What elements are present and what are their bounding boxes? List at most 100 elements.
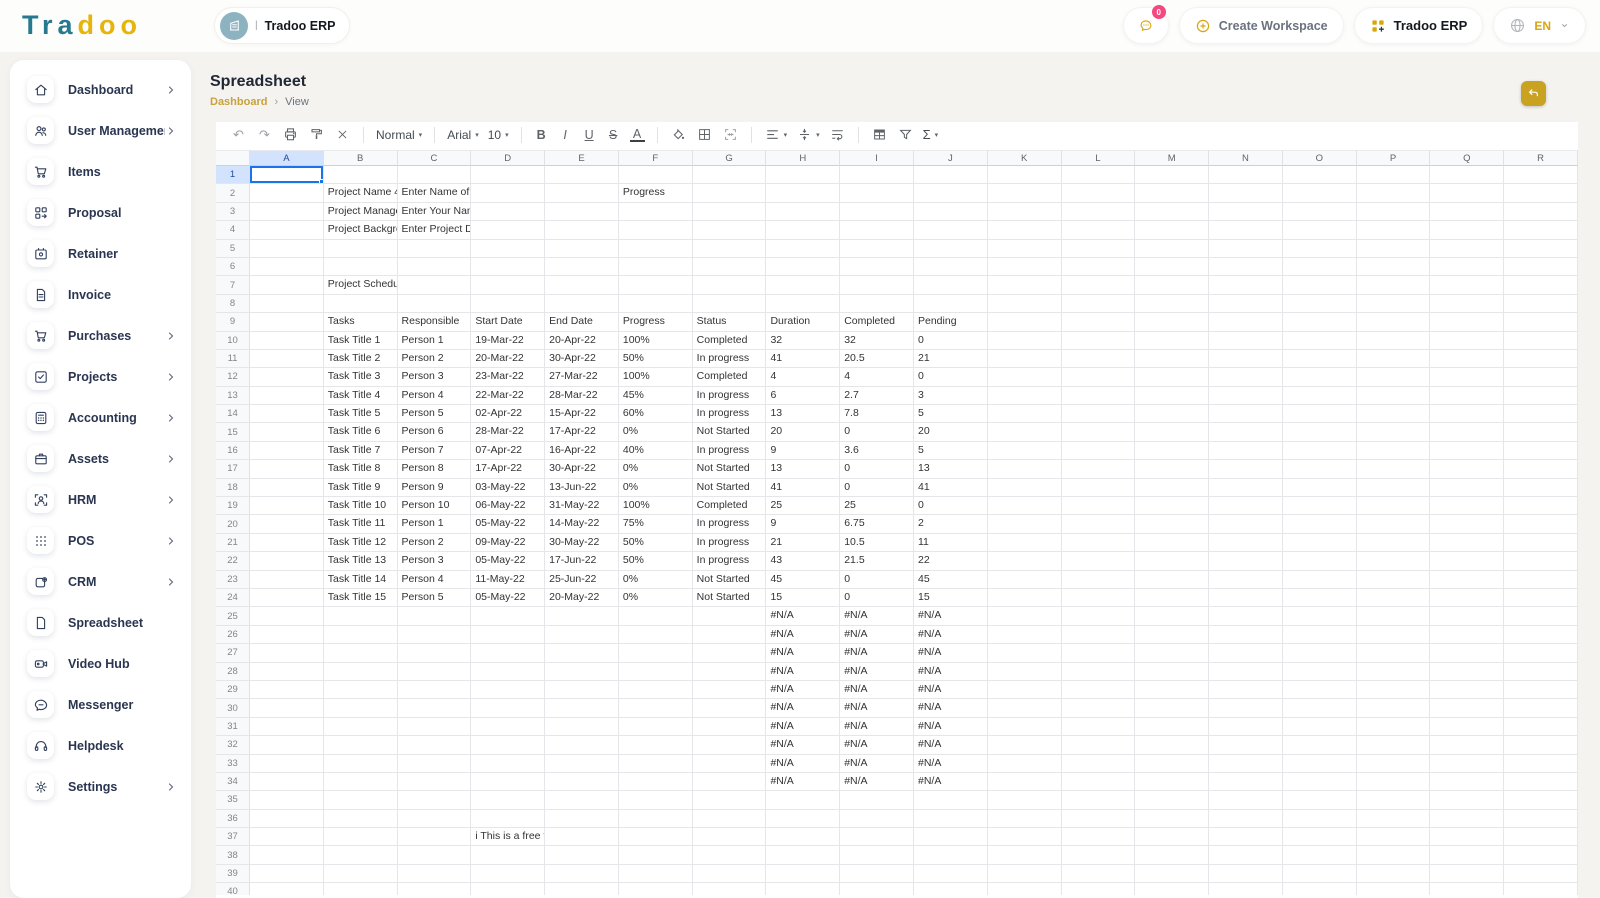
- cell-I13[interactable]: 2.7: [840, 386, 914, 406]
- cell-C38[interactable]: [397, 846, 472, 865]
- cell-L33[interactable]: [1061, 754, 1136, 773]
- cell-J13[interactable]: 3: [914, 386, 988, 406]
- cell-D36[interactable]: [471, 809, 546, 829]
- cell-D35[interactable]: [471, 791, 546, 810]
- font-size-dropdown[interactable]: 10 ▾: [488, 128, 509, 142]
- cell-R1[interactable]: [1504, 166, 1578, 185]
- cell-K4[interactable]: [987, 221, 1062, 240]
- cell-A23[interactable]: [250, 570, 324, 589]
- cell-D32[interactable]: [471, 736, 546, 755]
- cell-B9[interactable]: Tasks: [323, 313, 398, 332]
- cell-E10[interactable]: 20-Apr-22: [545, 331, 619, 350]
- cell-B21[interactable]: Task Title 12: [323, 533, 398, 553]
- cell-O15[interactable]: [1282, 423, 1357, 442]
- cell-D31[interactable]: [471, 717, 546, 737]
- cell-I33[interactable]: #N/A: [840, 754, 914, 773]
- cell-J18[interactable]: 41: [914, 478, 988, 498]
- borders-button[interactable]: [696, 126, 713, 143]
- cell-F19[interactable]: 100%: [618, 497, 693, 516]
- cell-K2[interactable]: [987, 184, 1062, 203]
- cell-N14[interactable]: [1209, 405, 1283, 424]
- cell-G34[interactable]: [692, 772, 767, 792]
- cell-G31[interactable]: [692, 717, 767, 737]
- cell-R25[interactable]: [1504, 607, 1578, 626]
- cell-R22[interactable]: [1504, 552, 1578, 571]
- cell-Q35[interactable]: [1430, 791, 1505, 810]
- paint-format-button[interactable]: [308, 126, 325, 143]
- cell-K38[interactable]: [987, 846, 1062, 865]
- sidebar-item-helpdesk[interactable]: Helpdesk: [10, 725, 191, 766]
- cell-J30[interactable]: #N/A: [914, 699, 988, 718]
- cell-H28[interactable]: #N/A: [766, 662, 841, 681]
- cell-F25[interactable]: [618, 607, 693, 626]
- cell-O7[interactable]: [1282, 276, 1357, 295]
- cell-L18[interactable]: [1061, 478, 1136, 498]
- cell-G35[interactable]: [692, 791, 767, 810]
- cell-K25[interactable]: [987, 607, 1062, 626]
- cell-E34[interactable]: [545, 772, 619, 792]
- cell-L11[interactable]: [1061, 349, 1136, 369]
- cell-B19[interactable]: Task Title 10: [323, 497, 398, 516]
- cell-P16[interactable]: [1356, 441, 1431, 461]
- cell-D28[interactable]: [471, 662, 546, 681]
- cell-K18[interactable]: [987, 478, 1062, 498]
- cell-L13[interactable]: [1061, 386, 1136, 406]
- row-header-39[interactable]: 39: [216, 864, 250, 884]
- cell-P13[interactable]: [1356, 386, 1431, 406]
- cell-K34[interactable]: [987, 772, 1062, 792]
- cell-G11[interactable]: In progress: [692, 349, 767, 369]
- cell-B10[interactable]: Task Title 1: [323, 331, 398, 350]
- cell-I28[interactable]: #N/A: [840, 662, 914, 681]
- cell-Q1[interactable]: [1430, 166, 1505, 185]
- cell-B1[interactable]: [323, 166, 398, 185]
- cell-R33[interactable]: [1504, 754, 1578, 773]
- cell-E29[interactable]: [545, 680, 619, 700]
- cell-F30[interactable]: [618, 699, 693, 718]
- cell-J28[interactable]: #N/A: [914, 662, 988, 681]
- cell-N18[interactable]: [1209, 478, 1283, 498]
- cell-O28[interactable]: [1282, 662, 1357, 681]
- cell-R12[interactable]: [1504, 368, 1578, 387]
- cell-A36[interactable]: [250, 809, 324, 829]
- cell-D18[interactable]: 03-May-22: [471, 478, 546, 498]
- cell-C21[interactable]: Person 2: [397, 533, 472, 553]
- cell-R9[interactable]: [1504, 313, 1578, 332]
- cell-K8[interactable]: [987, 294, 1062, 314]
- cell-I39[interactable]: [840, 864, 914, 884]
- cell-F34[interactable]: [618, 772, 693, 792]
- cell-M40[interactable]: [1135, 883, 1210, 895]
- cell-A30[interactable]: [250, 699, 324, 718]
- cell-R8[interactable]: [1504, 294, 1578, 314]
- cell-E32[interactable]: [545, 736, 619, 755]
- cell-M5[interactable]: [1135, 239, 1210, 258]
- cell-G20[interactable]: In progress: [692, 515, 767, 534]
- italic-button[interactable]: I: [558, 128, 573, 142]
- cell-D24[interactable]: 05-May-22: [471, 588, 546, 608]
- cell-E36[interactable]: [545, 809, 619, 829]
- row-header-27[interactable]: 27: [216, 644, 250, 663]
- row-header-24[interactable]: 24: [216, 588, 250, 608]
- row-header-33[interactable]: 33: [216, 754, 250, 773]
- cell-I25[interactable]: #N/A: [840, 607, 914, 626]
- cell-B32[interactable]: [323, 736, 398, 755]
- cell-M19[interactable]: [1135, 497, 1210, 516]
- cell-F40[interactable]: [618, 883, 693, 895]
- row-header-40[interactable]: 40: [216, 883, 250, 895]
- cell-N13[interactable]: [1209, 386, 1283, 406]
- cell-J23[interactable]: 45: [914, 570, 988, 589]
- cell-A32[interactable]: [250, 736, 324, 755]
- cell-N29[interactable]: [1209, 680, 1283, 700]
- cell-P24[interactable]: [1356, 588, 1431, 608]
- cell-O14[interactable]: [1282, 405, 1357, 424]
- cell-L29[interactable]: [1061, 680, 1136, 700]
- cell-N15[interactable]: [1209, 423, 1283, 442]
- cell-F38[interactable]: [618, 846, 693, 865]
- cell-C4[interactable]: Enter Project Det: [397, 221, 472, 240]
- cell-J6[interactable]: [914, 257, 988, 277]
- cell-N21[interactable]: [1209, 533, 1283, 553]
- cell-I6[interactable]: [840, 257, 914, 277]
- cell-A2[interactable]: [250, 184, 324, 203]
- cell-E39[interactable]: [545, 864, 619, 884]
- cell-O34[interactable]: [1282, 772, 1357, 792]
- cell-H18[interactable]: 41: [766, 478, 841, 498]
